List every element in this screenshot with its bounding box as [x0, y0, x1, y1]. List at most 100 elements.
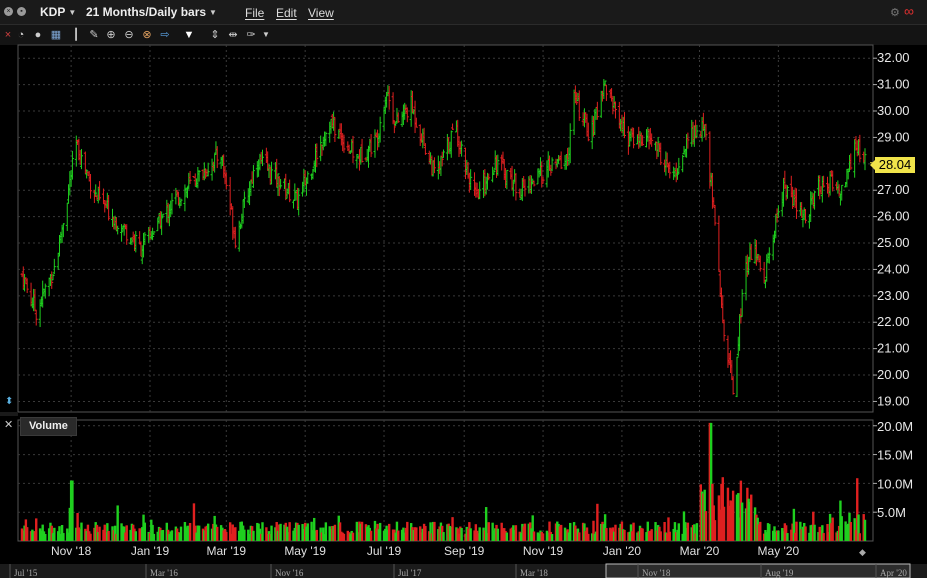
volume-bar — [98, 526, 101, 541]
candle — [722, 319, 726, 342]
price-chart[interactable]: 32.0031.0030.0029.0028.0027.0026.0025.00… — [0, 0, 927, 578]
x-tick-label: Mar '19 — [206, 544, 246, 558]
close-panel-icon[interactable]: ✕ — [4, 418, 13, 431]
volume-bar — [831, 517, 834, 541]
overview-label: Jul '17 — [398, 568, 422, 578]
candle — [735, 356, 739, 398]
volume-bar — [234, 527, 237, 541]
y-tick-label: 19.00 — [877, 393, 910, 408]
volume-bar — [116, 505, 119, 541]
overview-label: Jul '15 — [14, 568, 38, 578]
candle — [731, 376, 735, 395]
x-tick-label: Jul '19 — [367, 544, 402, 558]
volume-bar — [740, 502, 744, 541]
volume-bar — [478, 527, 481, 541]
volume-bar — [360, 521, 364, 541]
volume-bar — [686, 522, 690, 541]
volume-bar — [596, 503, 599, 541]
y-tick-label: 22.00 — [877, 314, 910, 329]
y-tick-label: 25.00 — [877, 235, 910, 250]
volume-bar — [161, 529, 165, 541]
volume-bar — [451, 517, 454, 541]
x-tick-label: Nov '18 — [51, 544, 92, 558]
candle — [74, 135, 78, 167]
volume-bar — [297, 524, 300, 541]
volume-bar — [134, 531, 137, 541]
volume-bar — [206, 523, 210, 541]
volume-bar — [107, 530, 110, 541]
volume-bar — [152, 533, 156, 541]
price-panel-border — [17, 44, 874, 413]
volume-panel-title: Volume — [20, 417, 77, 436]
volume-bar — [713, 520, 717, 541]
volume-bar — [863, 519, 867, 541]
volume-bar — [460, 527, 463, 541]
overview-label: Aug '19 — [765, 568, 794, 578]
volume-bar — [351, 532, 355, 541]
axes: 32.0031.0030.0029.0028.0027.0026.0025.00… — [0, 50, 927, 578]
cursor-marker-icon: ⬍ — [5, 396, 14, 407]
volume-bar — [795, 521, 798, 541]
volume-bar — [170, 530, 174, 541]
overview-label: Nov '16 — [275, 568, 304, 578]
y-tick-label: 24.00 — [877, 261, 910, 276]
volume-bar — [768, 524, 771, 541]
vol-tick-label: 5.0M — [877, 505, 906, 520]
volume-bar — [261, 522, 264, 541]
volume-bar — [731, 490, 735, 541]
y-tick-label: 31.00 — [877, 77, 910, 92]
volume-bar — [324, 522, 328, 541]
volume-bar — [387, 523, 391, 541]
y-tick-label: 30.00 — [877, 103, 910, 118]
volume-bar — [424, 526, 427, 541]
volume-bar — [840, 516, 843, 541]
volume-bar — [243, 529, 246, 541]
volume-bar — [197, 525, 201, 541]
volume-bar — [632, 522, 635, 541]
candle — [391, 92, 395, 125]
vol-tick-label: 15.0M — [877, 448, 913, 463]
volume-bar — [442, 532, 445, 541]
volume-bars — [20, 422, 867, 541]
scroll-right-icon[interactable]: ◆ — [859, 547, 866, 558]
volume-bar — [668, 531, 671, 541]
volume-bar — [605, 528, 608, 541]
volume-bar — [858, 533, 862, 541]
volume-bar — [80, 522, 83, 541]
volume-bar — [849, 522, 852, 541]
x-tick-label: Nov '19 — [523, 544, 564, 558]
volume-bar — [188, 523, 192, 541]
volume-bar — [759, 521, 762, 541]
y-tick-label: 21.00 — [877, 341, 910, 356]
volume-bar — [369, 530, 373, 541]
volume-bar — [53, 527, 56, 541]
volume-panel-border — [17, 419, 874, 542]
volume-bar — [505, 532, 509, 541]
overview-label: Nov '18 — [642, 568, 671, 578]
volume-bar — [315, 529, 318, 541]
volume-bar — [514, 525, 518, 541]
volume-bar — [216, 526, 219, 541]
x-tick-label: Jan '20 — [603, 544, 642, 558]
volume-bar — [71, 480, 74, 541]
volume-bar — [179, 526, 183, 541]
panel-divider — [0, 412, 18, 416]
candle — [215, 146, 219, 169]
candle — [34, 309, 38, 326]
volume-bar — [704, 511, 708, 541]
volume-bar — [252, 530, 255, 541]
volume-bar — [406, 521, 409, 541]
volume-bar — [650, 529, 653, 541]
y-tick-label: 27.00 — [877, 182, 910, 197]
volume-bar — [750, 494, 753, 541]
vol-tick-label: 10.0M — [877, 476, 913, 491]
volume-bar — [44, 533, 47, 541]
y-tick-label: 29.00 — [877, 129, 910, 144]
x-tick-label: May '19 — [284, 544, 326, 558]
volume-bar — [623, 529, 626, 541]
candle — [413, 100, 417, 134]
volume-bar — [722, 506, 726, 541]
volume-bar — [559, 524, 563, 541]
y-tick-label: 32.00 — [877, 50, 910, 65]
x-tick-label: Jan '19 — [131, 544, 170, 558]
